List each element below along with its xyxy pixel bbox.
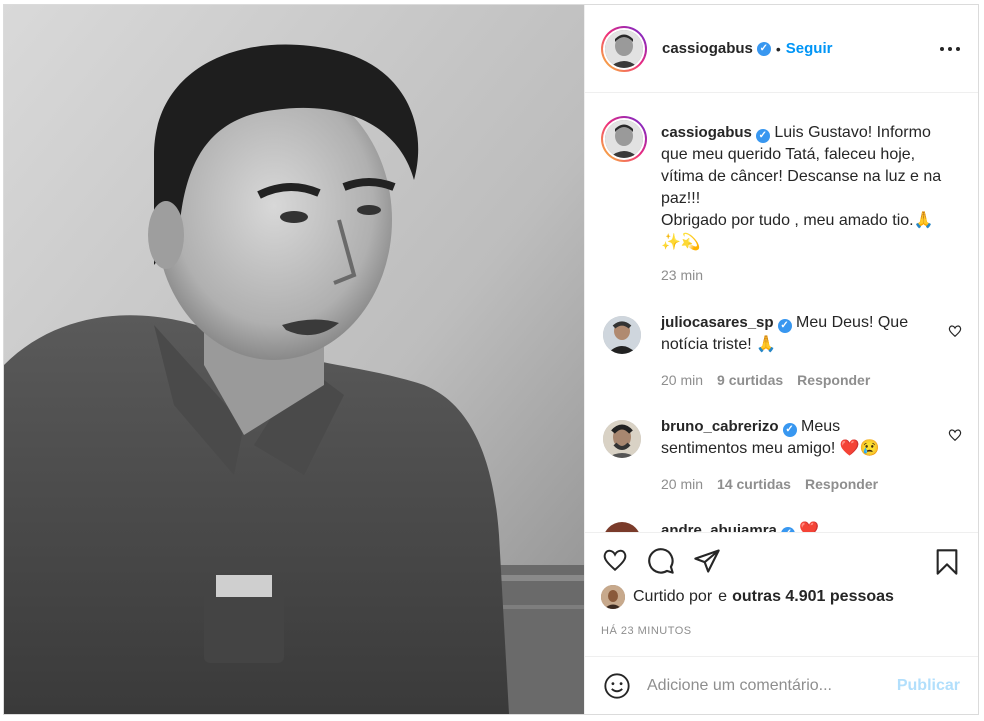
likes-and: e (718, 588, 728, 605)
caption: cassiogabus ✓ Luis Gustavo! Informo que m… (661, 122, 967, 286)
comment-text: andre_abujamra✓ ❤️ (661, 520, 936, 532)
commenter-username[interactable]: bruno_cabrerizo (661, 418, 779, 435)
comment-icon[interactable] (647, 547, 675, 575)
bookmark-icon[interactable] (933, 547, 961, 577)
comment-text: bruno_cabrerizo ✓ Meus sentimentos meu am… (661, 416, 936, 460)
post-header: cassiogabus ✓ • Seguir (585, 5, 978, 93)
comment-time[interactable]: 20 min (661, 476, 703, 492)
comment-meta: 20 min 14 curtidas Responder (661, 476, 878, 492)
caption-line: vítima de câncer! Descanse na luz e na (661, 168, 942, 185)
commenter-avatar[interactable] (603, 316, 641, 354)
share-icon[interactable] (693, 547, 721, 575)
caption-time[interactable]: 23 min (661, 264, 967, 286)
comment-line: notícia triste! 🙏 (661, 336, 777, 353)
comment-bar: Publicar (585, 656, 978, 715)
caption-username[interactable]: cassiogabus (661, 124, 752, 141)
comments-list[interactable]: cassiogabus ✓ Luis Gustavo! Informo que m… (585, 94, 978, 532)
comment-meta: 20 min 9 curtidas Responder (661, 372, 870, 388)
caption-line: Obrigado por tudo , meu amado tio.🙏 (661, 212, 934, 229)
caption-line: que meu querido Tatá, faleceu hoje, (661, 146, 916, 163)
commenter-avatar[interactable] (603, 420, 641, 458)
post-sidebar: cassiogabus ✓ • Seguir cassiogabus ✓ Lui… (584, 5, 978, 714)
post-actions (585, 532, 978, 577)
liker-avatar[interactable] (601, 585, 625, 609)
commenter-username[interactable]: juliocasares_sp (661, 314, 774, 331)
verified-badge-icon: ✓ (777, 319, 792, 333)
publish-button[interactable]: Publicar (897, 677, 960, 695)
likes-count[interactable]: outras 4.901 pessoas (732, 588, 894, 606)
commenter-avatar[interactable] (603, 522, 641, 532)
follow-button[interactable]: Seguir (786, 40, 833, 57)
comment-line: ❤️ (799, 522, 820, 532)
post-photo[interactable] (4, 5, 584, 714)
more-options-icon[interactable] (940, 47, 960, 51)
commenter-username[interactable]: andre_abujamra (661, 522, 777, 532)
separator-dot: • (775, 40, 781, 57)
comment-input[interactable] (645, 676, 879, 696)
comment-likes[interactable]: 14 curtidas (717, 476, 791, 492)
verified-badge-icon: ✓ (782, 423, 797, 437)
comment-likes[interactable]: 9 curtidas (717, 372, 783, 388)
comment-line: sentimentos meu amigo! ❤️😢 (661, 440, 880, 457)
caption-line: Luis Gustavo! Informo (774, 124, 931, 141)
caption-line: ✨💫 (661, 234, 701, 251)
reply-button[interactable]: Responder (805, 476, 878, 492)
comment-line: Meus (800, 418, 841, 435)
emoji-icon[interactable] (603, 672, 631, 700)
post-timestamp[interactable]: HÁ 23 MINUTOS (601, 625, 692, 637)
caption-avatar[interactable] (601, 116, 647, 162)
liked-by-label: Curtido por (633, 588, 713, 605)
comment-time[interactable]: 20 min (661, 372, 703, 388)
reply-button[interactable]: Responder (797, 372, 870, 388)
comment-text: juliocasares_sp ✓ Meu Deus! Que notícia t… (661, 312, 936, 356)
comment-heart-icon[interactable] (948, 324, 962, 338)
caption-line: paz!!! (661, 190, 701, 207)
author-avatar[interactable] (601, 25, 647, 72)
author-username[interactable]: cassiogabus (662, 40, 753, 57)
comment-heart-icon[interactable] (948, 428, 962, 442)
verified-badge-icon: ✓ (756, 41, 771, 56)
post-dialog: cassiogabus ✓ • Seguir cassiogabus ✓ Lui… (3, 4, 979, 715)
heart-icon[interactable] (601, 547, 629, 573)
comment-line: Meu Deus! Que (796, 314, 909, 331)
likes-summary: Curtido por e outras 4.901 pessoas (601, 585, 894, 609)
verified-badge-icon: ✓ (755, 129, 770, 143)
